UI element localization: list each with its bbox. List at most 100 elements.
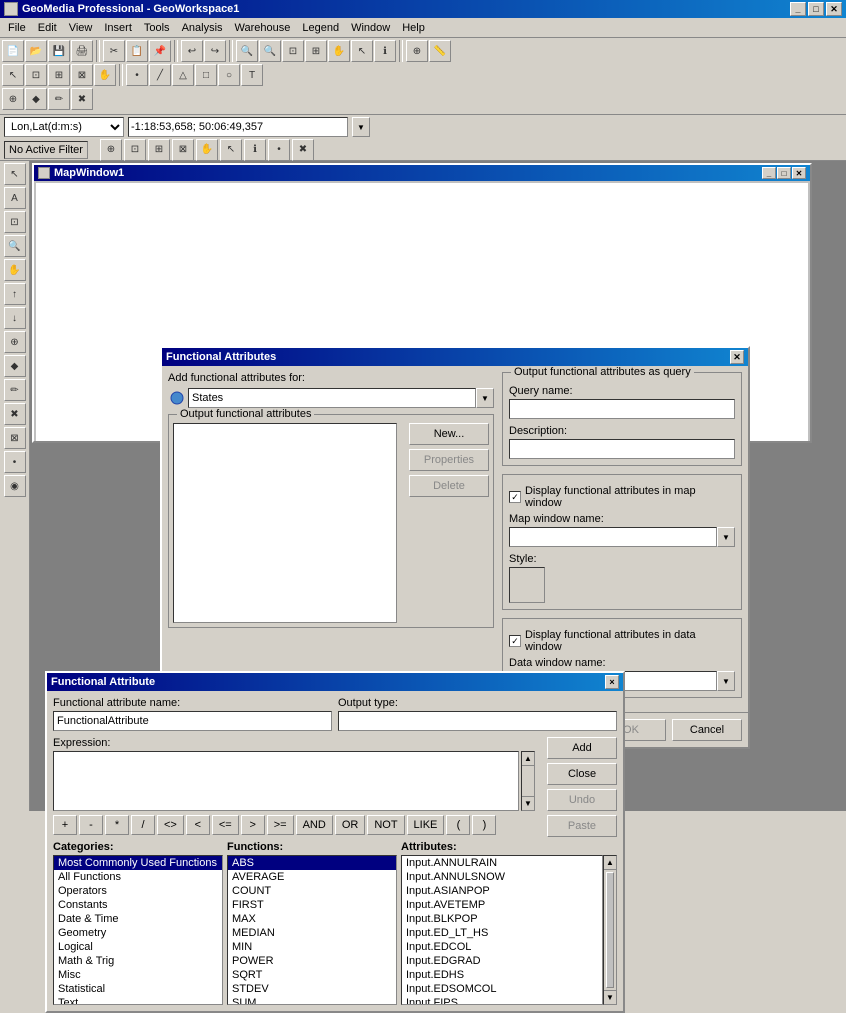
- filter-tb8[interactable]: •: [268, 139, 290, 161]
- menu-file[interactable]: File: [2, 20, 32, 36]
- tb-select-tool[interactable]: ↖: [2, 64, 24, 86]
- op-ne[interactable]: <>: [157, 815, 184, 835]
- attr-item-5[interactable]: Input.ED_LT_HS: [402, 926, 602, 940]
- left-tool-6[interactable]: ↑: [4, 283, 26, 305]
- fa2-expression-input[interactable]: [53, 751, 519, 811]
- dialog-fa-layer-arrow[interactable]: ▼: [476, 388, 494, 408]
- tb-undo[interactable]: ↩: [181, 40, 203, 62]
- cat-item-7[interactable]: Math & Trig: [54, 954, 222, 968]
- dialog-fa-output-list[interactable]: [173, 423, 397, 623]
- fa2-expr-scrollbar[interactable]: ▲ ▼: [521, 751, 535, 811]
- scroll-up-btn[interactable]: ▲: [522, 752, 534, 766]
- func-item-9[interactable]: STDEV: [228, 982, 396, 996]
- tb-node[interactable]: ◆: [25, 88, 47, 110]
- cat-item-9[interactable]: Statistical: [54, 982, 222, 996]
- left-tool-3[interactable]: ⊡: [4, 211, 26, 233]
- query-name-input[interactable]: [509, 399, 735, 419]
- fa2-paste-btn[interactable]: Paste: [547, 815, 617, 837]
- filter-tb9[interactable]: ✖: [292, 139, 314, 161]
- left-tool-10[interactable]: ✏: [4, 379, 26, 401]
- attr-scrollbar[interactable]: ▲ ▼: [603, 855, 617, 1005]
- tb-feature[interactable]: ⊕: [406, 40, 428, 62]
- op-like[interactable]: LIKE: [407, 815, 445, 835]
- cat-item-4[interactable]: Date & Time: [54, 912, 222, 926]
- display-map-checkbox[interactable]: ✓: [509, 491, 521, 503]
- op-or[interactable]: OR: [335, 815, 366, 835]
- attr-item-8[interactable]: Input.EDHS: [402, 968, 602, 982]
- filter-tb6[interactable]: ↖: [220, 139, 242, 161]
- func-item-3[interactable]: FIRST: [228, 898, 396, 912]
- coord-value-input[interactable]: [128, 117, 348, 137]
- tb-paste[interactable]: 📌: [149, 40, 171, 62]
- op-gt[interactable]: >: [241, 815, 265, 835]
- menu-help[interactable]: Help: [396, 20, 431, 36]
- menu-legend[interactable]: Legend: [296, 20, 345, 36]
- fa2-undo-btn[interactable]: Undo: [547, 789, 617, 811]
- tb-copy[interactable]: 📋: [126, 40, 148, 62]
- left-tool-5[interactable]: ✋: [4, 259, 26, 281]
- dialog-fa-delete-btn[interactable]: Delete: [409, 475, 489, 497]
- attr-item-0[interactable]: Input.ANNULRAIN: [402, 856, 602, 870]
- func-item-5[interactable]: MEDIAN: [228, 926, 396, 940]
- tb-draw-line[interactable]: ╱: [149, 64, 171, 86]
- func-item-7[interactable]: POWER: [228, 954, 396, 968]
- left-tool-13[interactable]: •: [4, 451, 26, 473]
- attributes-list[interactable]: Input.ANNULRAIN Input.ANNULSNOW Input.AS…: [401, 855, 603, 1005]
- menu-view[interactable]: View: [63, 20, 99, 36]
- map-window-name-arrow[interactable]: ▼: [717, 527, 735, 547]
- attr-item-1[interactable]: Input.ANNULSNOW: [402, 870, 602, 884]
- left-tool-7[interactable]: ↓: [4, 307, 26, 329]
- op-not[interactable]: NOT: [367, 815, 404, 835]
- left-tool-12[interactable]: ⊠: [4, 427, 26, 449]
- tb-pan[interactable]: ✋: [328, 40, 350, 62]
- op-rparen[interactable]: ): [472, 815, 496, 835]
- filter-tb2[interactable]: ⊡: [124, 139, 146, 161]
- tb-tool5[interactable]: ✋: [94, 64, 116, 86]
- attr-item-9[interactable]: Input.EDSOMCOL: [402, 982, 602, 996]
- attr-scroll-down[interactable]: ▼: [604, 990, 616, 1004]
- func-item-2[interactable]: COUNT: [228, 884, 396, 898]
- left-tool-11[interactable]: ✖: [4, 403, 26, 425]
- tb-draw-rect[interactable]: □: [195, 64, 217, 86]
- left-tool-4[interactable]: 🔍: [4, 235, 26, 257]
- minimize-button[interactable]: _: [790, 2, 806, 16]
- func-item-1[interactable]: AVERAGE: [228, 870, 396, 884]
- close-button[interactable]: ✕: [826, 2, 842, 16]
- tb-snap[interactable]: ⊕: [2, 88, 24, 110]
- display-data-checkbox[interactable]: ✓: [509, 635, 521, 647]
- op-lt[interactable]: <: [186, 815, 210, 835]
- attr-scroll-up[interactable]: ▲: [604, 856, 616, 870]
- tb-tool4[interactable]: ⊠: [71, 64, 93, 86]
- attr-item-10[interactable]: Input.FIPS: [402, 996, 602, 1005]
- dialog-fa-title-bar[interactable]: Functional Attributes ✕: [162, 348, 748, 366]
- filter-tb7[interactable]: ℹ: [244, 139, 266, 161]
- categories-list[interactable]: Most Commonly Used Functions All Functio…: [53, 855, 223, 1005]
- left-tool-8[interactable]: ⊕: [4, 331, 26, 353]
- tb-draw-circle[interactable]: ○: [218, 64, 240, 86]
- functions-list[interactable]: ABS AVERAGE COUNT FIRST MAX MEDIAN MIN P…: [227, 855, 397, 1005]
- menu-tools[interactable]: Tools: [138, 20, 176, 36]
- op-minus[interactable]: -: [79, 815, 103, 835]
- map-window-name-select[interactable]: [509, 527, 717, 547]
- menu-window[interactable]: Window: [345, 20, 396, 36]
- map-minimize-btn[interactable]: _: [762, 167, 776, 179]
- op-plus[interactable]: +: [53, 815, 77, 835]
- menu-analysis[interactable]: Analysis: [176, 20, 229, 36]
- menu-warehouse[interactable]: Warehouse: [229, 20, 297, 36]
- tb-open[interactable]: 📂: [25, 40, 47, 62]
- tb-draw-point[interactable]: •: [126, 64, 148, 86]
- style-color-box[interactable]: [509, 567, 545, 603]
- tb-id[interactable]: ℹ: [374, 40, 396, 62]
- tb-measure[interactable]: 📏: [429, 40, 451, 62]
- tb-cut[interactable]: ✂: [103, 40, 125, 62]
- cat-item-1[interactable]: All Functions: [54, 870, 222, 884]
- coord-unit-select[interactable]: Lon,Lat(d:m:s): [4, 117, 124, 137]
- tb-edit[interactable]: ✏: [48, 88, 70, 110]
- attr-item-3[interactable]: Input.AVETEMP: [402, 898, 602, 912]
- attr-item-7[interactable]: Input.EDGRAD: [402, 954, 602, 968]
- tb-zoom-in[interactable]: 🔍: [236, 40, 258, 62]
- tb-new[interactable]: 📄: [2, 40, 24, 62]
- scroll-down-btn[interactable]: ▼: [522, 796, 534, 810]
- cat-item-2[interactable]: Operators: [54, 884, 222, 898]
- dialog-fa-close-btn[interactable]: ✕: [730, 350, 744, 364]
